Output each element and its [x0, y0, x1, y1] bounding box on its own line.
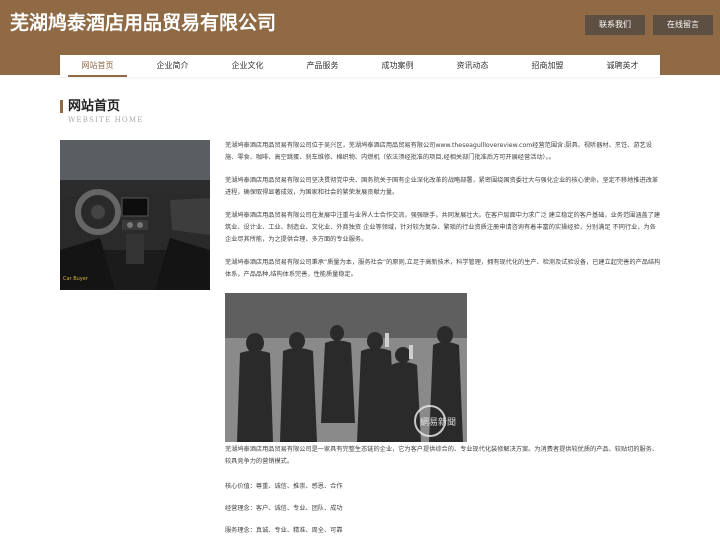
nav-item-culture[interactable]: 企业文化	[210, 55, 285, 77]
cooperation-paragraph: 芜湖鸠泰酒店用品贸易有限公司在发展中注重与业界人士合作交流，强强联手，共同发展壮…	[225, 212, 661, 243]
main-nav: 网站首页 企业简介 企业文化 产品服务 成功案例 资讯动态 招商加盟 诚聘英才	[60, 55, 660, 77]
crowd-photo-illustration: 網易新聞	[225, 293, 467, 442]
contact-us-button[interactable]: 联系我们	[585, 15, 645, 35]
online-message-button[interactable]: 在线留言	[653, 15, 713, 35]
nav-item-home[interactable]: 网站首页	[60, 55, 135, 77]
historical-crowd-image: 網易新聞	[225, 293, 467, 442]
reform-paragraph: 芜湖鸠泰酒店用品贸易有限公司坚决贯彻党中央、国务院关于国有企业深化改革的战略部署…	[225, 177, 659, 196]
section-accent-bar	[60, 100, 63, 113]
car-image-caption: Car Buyer	[63, 276, 89, 282]
car-interior-image: Car Buyer	[60, 140, 210, 290]
nav-item-about[interactable]: 企业简介	[135, 55, 210, 77]
intro-paragraph: 芜湖鸠泰酒店用品贸易有限公司位于吴兴区，芜湖鸠泰酒店用品贸易有限公司www.th…	[225, 142, 652, 161]
nav-item-products[interactable]: 产品服务	[285, 55, 360, 77]
nav-item-news[interactable]: 资讯动态	[435, 55, 510, 77]
nav-item-careers[interactable]: 诚聘英才	[585, 55, 660, 77]
service-philosophy-text: 服务理念：真诚、专业、精准、周全、可靠	[225, 527, 343, 534]
nav-item-cases[interactable]: 成功案例	[360, 55, 435, 77]
business-philosophy-text: 经营理念：客户、诚信、专业、团队、成功	[225, 505, 343, 512]
car-interior-illustration: Car Buyer	[60, 140, 210, 290]
core-values-text: 核心价值：尊重、诚信、推崇、感恩、合作	[225, 483, 343, 490]
nav-item-franchise[interactable]: 招商加盟	[510, 55, 585, 77]
quality-paragraph: 芜湖鸠泰酒店用品贸易有限公司秉承“质量为本，服务社会”的原则,立足于高新技术，科…	[225, 259, 661, 278]
solutions-paragraph: 芜湖鸠泰酒店用品贸易有限公司是一家具有完整生态链的企业，它为客户提供综合的、专业…	[225, 446, 659, 465]
section-subtitle: WEBSITE HOME	[68, 116, 144, 124]
site-title: 芜湖鸠泰酒店用品贸易有限公司	[10, 12, 277, 34]
image-watermark: 網易新聞	[420, 416, 456, 428]
section-title: 网站首页	[68, 99, 121, 114]
